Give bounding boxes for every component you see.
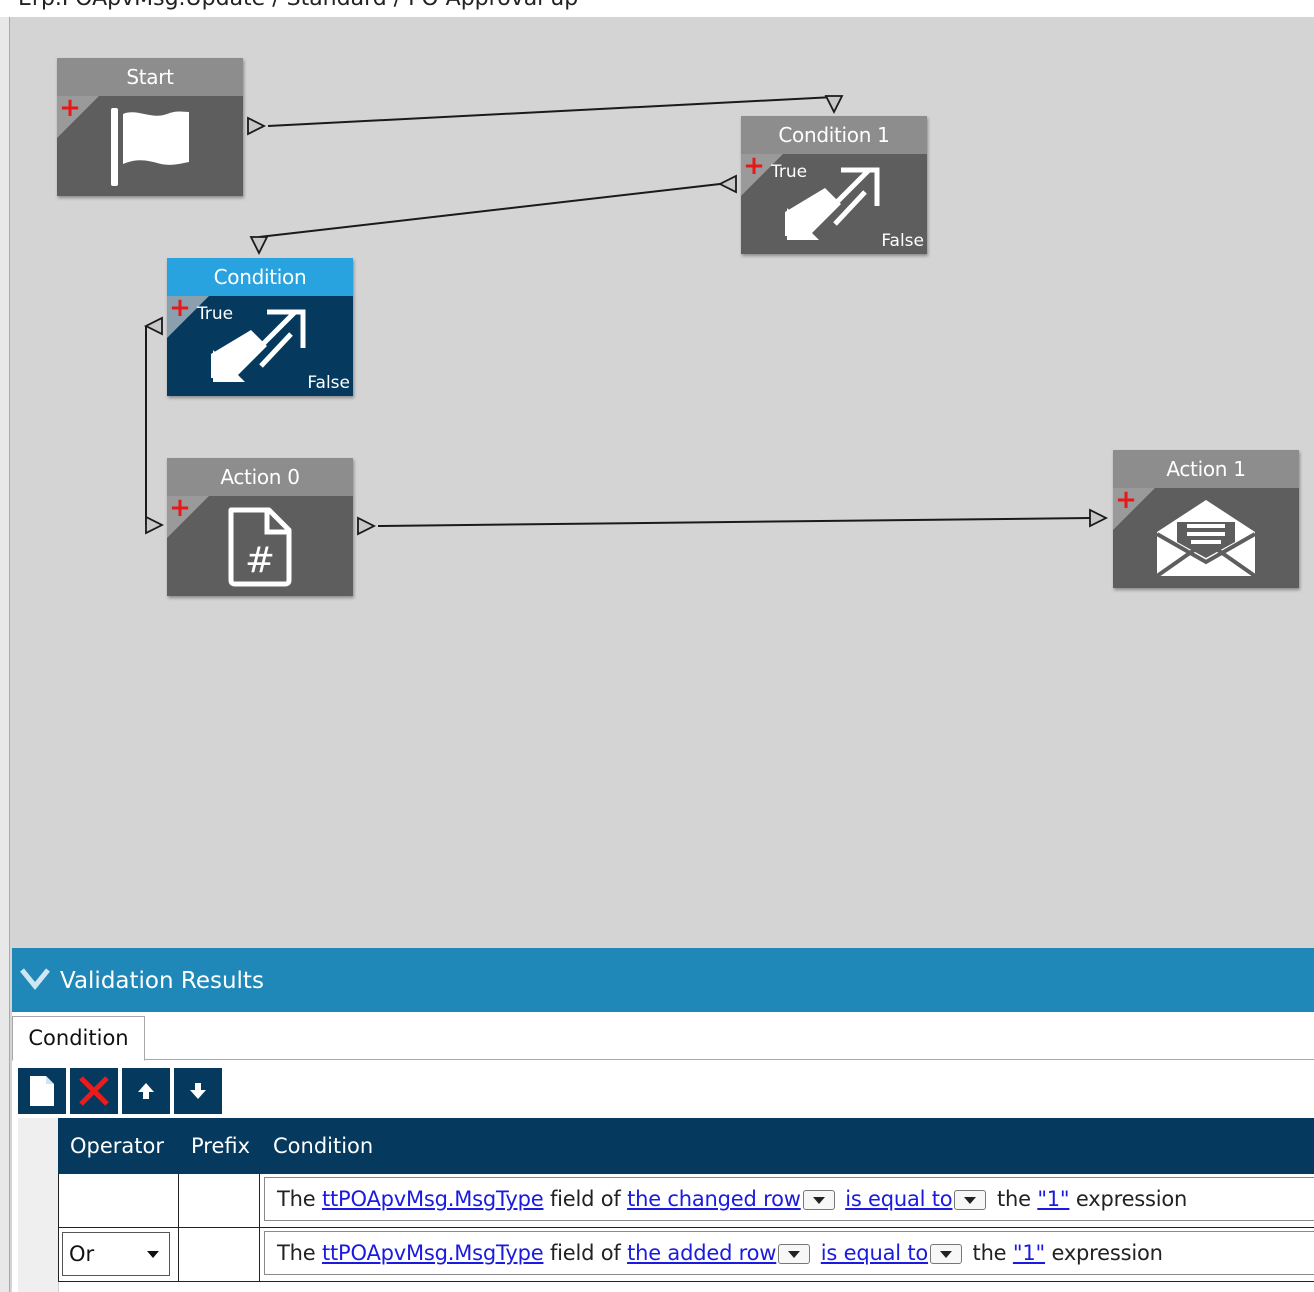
column-header-condition[interactable]: Condition <box>273 1134 373 1158</box>
operator-dropdown-icon[interactable] <box>930 1244 963 1264</box>
row-header-column <box>18 1118 59 1292</box>
prefix-cell[interactable] <box>178 1174 260 1228</box>
tab-strip: Condition <box>12 1012 1314 1061</box>
window-title-bar: Erp.POApvMsg.Update / Standard / PO Appr… <box>0 0 1314 17</box>
arrow-up-icon <box>138 1083 154 1099</box>
chevron-down-icon[interactable] <box>20 966 50 992</box>
table-row[interactable]: Or The ttPOApvMsg.MsgType field of the a… <box>58 1228 1314 1282</box>
move-down-button[interactable] <box>174 1068 222 1114</box>
operator-link[interactable]: is equal to <box>821 1241 928 1265</box>
node-start[interactable]: Start + <box>57 58 243 196</box>
condition-expression: The ttPOApvMsg.MsgType field of the adde… <box>264 1231 1314 1275</box>
add-icon[interactable]: + <box>743 154 765 179</box>
new-row-button[interactable] <box>18 1068 66 1114</box>
grid-header-row: Operator Prefix Condition <box>58 1118 1314 1174</box>
operator-select[interactable]: Or <box>62 1232 170 1276</box>
operator-cell[interactable] <box>58 1174 179 1228</box>
node-action-1-body: + <box>1113 488 1299 588</box>
row-link[interactable]: the added row <box>627 1241 776 1265</box>
delete-x-icon <box>79 1076 109 1106</box>
node-action-0-body: + # <box>167 496 353 596</box>
arrow-down-icon <box>190 1083 206 1099</box>
field-link[interactable]: ttPOApvMsg.MsgType <box>322 1187 544 1211</box>
node-action-1-title: Action 1 <box>1113 450 1299 488</box>
node-start-body: + <box>57 96 243 196</box>
add-icon[interactable]: + <box>169 296 191 321</box>
field-link[interactable]: ttPOApvMsg.MsgType <box>322 1241 544 1265</box>
condition-cell[interactable]: The ttPOApvMsg.MsgType field of the chan… <box>260 1174 1314 1228</box>
node-action-0[interactable]: Action 0 + # <box>167 458 353 596</box>
add-icon[interactable]: + <box>169 496 191 521</box>
flag-icon <box>111 108 189 186</box>
add-icon[interactable]: + <box>59 96 81 121</box>
operator-link[interactable]: is equal to <box>845 1187 952 1211</box>
move-up-button[interactable] <box>122 1068 170 1114</box>
node-action-1[interactable]: Action 1 + <box>1113 450 1299 588</box>
node-condition[interactable]: Condition + True False <box>167 258 353 396</box>
node-condition-1[interactable]: Condition 1 + True False <box>741 116 927 254</box>
column-header-operator[interactable]: Operator <box>70 1134 164 1158</box>
new-document-icon <box>30 1076 54 1106</box>
delete-row-button[interactable] <box>70 1068 118 1114</box>
node-condition-1-body: + True False <box>741 154 927 254</box>
value-link[interactable]: "1" <box>1013 1241 1045 1265</box>
table-row[interactable]: The ttPOApvMsg.MsgType field of the chan… <box>58 1174 1314 1228</box>
hash-document-icon: # <box>228 507 292 587</box>
row-dropdown-icon[interactable] <box>778 1244 811 1264</box>
validation-results-body: Condition Operator Prefix Condition The … <box>12 1012 1314 1292</box>
left-edge-border <box>0 17 10 1292</box>
node-action-0-title: Action 0 <box>167 458 353 496</box>
condition-grid: Operator Prefix Condition The ttPOApvMsg… <box>18 1118 1314 1292</box>
node-start-title: Start <box>57 58 243 96</box>
condition-expression: The ttPOApvMsg.MsgType field of the chan… <box>264 1177 1314 1221</box>
node-condition-body: + True False <box>167 296 353 396</box>
column-header-prefix[interactable]: Prefix <box>191 1134 250 1158</box>
validation-results-header[interactable]: Validation Results <box>12 948 1314 1012</box>
row-dropdown-icon[interactable] <box>802 1190 835 1210</box>
open-envelope-icon <box>1155 500 1257 578</box>
node-condition-1-title: Condition 1 <box>741 116 927 154</box>
validation-results-title: Validation Results <box>60 968 264 994</box>
operator-dropdown-icon[interactable] <box>954 1190 987 1210</box>
tab-condition[interactable]: Condition <box>12 1016 145 1061</box>
value-link[interactable]: "1" <box>1037 1187 1069 1211</box>
branch-arrows-icon <box>211 309 306 382</box>
window-title: Erp.POApvMsg.Update / Standard / PO Appr… <box>18 0 578 11</box>
svg-text:#: # <box>245 540 275 581</box>
prefix-cell[interactable] <box>178 1228 260 1282</box>
operator-cell[interactable]: Or <box>58 1228 179 1282</box>
add-icon[interactable]: + <box>1115 488 1137 513</box>
branch-arrows-icon <box>785 167 880 240</box>
row-link[interactable]: the changed row <box>627 1187 801 1211</box>
condition-cell[interactable]: The ttPOApvMsg.MsgType field of the adde… <box>260 1228 1314 1282</box>
node-condition-title: Condition <box>167 258 353 296</box>
